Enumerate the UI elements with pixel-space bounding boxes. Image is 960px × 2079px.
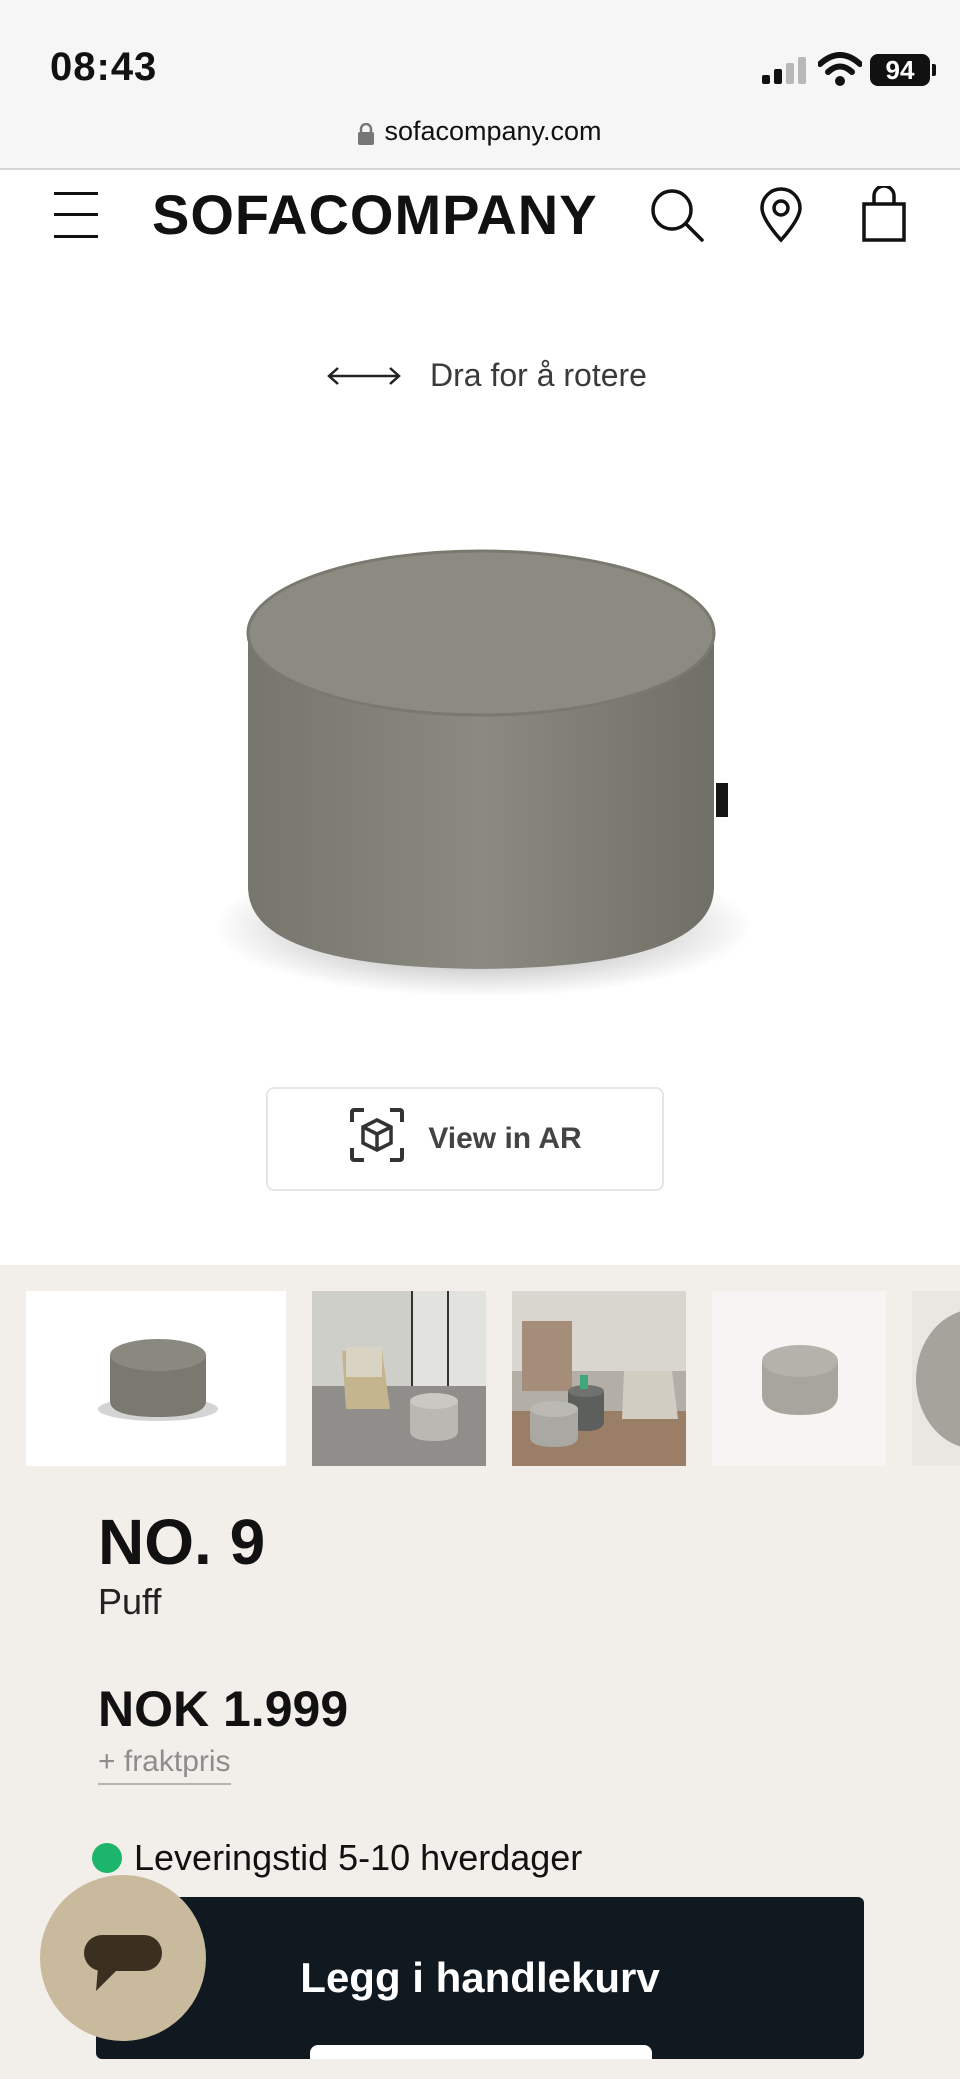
shipping-cost-link[interactable]: + fraktpris — [98, 1745, 231, 1785]
search-icon[interactable] — [650, 186, 704, 244]
delivery-time-text: Leveringstid 5-10 hverdager — [134, 1837, 583, 1878]
cellular-signal-icon — [762, 57, 806, 84]
menu-icon[interactable] — [54, 192, 98, 238]
product-subtitle: Puff — [98, 1581, 162, 1622]
battery-indicator: 94 — [870, 54, 936, 86]
site-logo[interactable]: SOFACOMPANY — [152, 182, 598, 247]
thumbnail-3[interactable] — [512, 1291, 686, 1466]
in-stock-dot-icon — [92, 1843, 122, 1873]
home-indicator — [310, 2045, 652, 2059]
url-display[interactable]: sofacompany.com — [358, 116, 602, 147]
thumbnail-gallery[interactable] — [26, 1291, 960, 1466]
chat-icon — [82, 1933, 164, 2000]
product-title: NO. 9 — [98, 1506, 266, 1578]
pouf-3d-model[interactable] — [213, 537, 758, 997]
view-in-ar-button[interactable]: View in AR — [266, 1087, 664, 1191]
shopping-bag-icon[interactable] — [858, 184, 912, 244]
product-3d-viewer[interactable]: Dra for å rotere View in AR — [0, 257, 960, 1265]
delivery-time: Leveringstid 5-10 hverdager — [92, 1837, 582, 1879]
lock-icon — [358, 121, 375, 145]
product-price: NOK 1.999 — [98, 1681, 349, 1737]
site-header: SOFACOMPANY — [0, 172, 960, 257]
thumbnail-4[interactable] — [712, 1291, 886, 1466]
browser-url-bar[interactable]: sofacompany.com — [0, 110, 960, 170]
status-bar: 08:43 94 — [0, 0, 960, 110]
double-arrow-icon — [326, 357, 402, 394]
url-text: sofacompany.com — [384, 116, 602, 146]
location-pin-icon[interactable] — [754, 186, 808, 244]
thumbnail-2[interactable] — [312, 1291, 486, 1466]
status-time: 08:43 — [50, 45, 158, 89]
view-in-ar-label: View in AR — [428, 1122, 582, 1155]
add-to-cart-label: Legg i handlekurv — [300, 1954, 660, 2001]
ar-cube-icon — [348, 1106, 406, 1172]
rotate-hint: Dra for å rotere — [326, 357, 647, 394]
rotate-hint-text: Dra for å rotere — [430, 357, 647, 393]
add-to-cart-button[interactable]: Legg i handlekurv — [96, 1897, 864, 2059]
wifi-icon — [817, 52, 863, 86]
chat-button[interactable] — [40, 1875, 206, 2041]
thumbnail-5[interactable] — [912, 1291, 960, 1466]
thumbnail-1[interactable] — [26, 1291, 286, 1466]
